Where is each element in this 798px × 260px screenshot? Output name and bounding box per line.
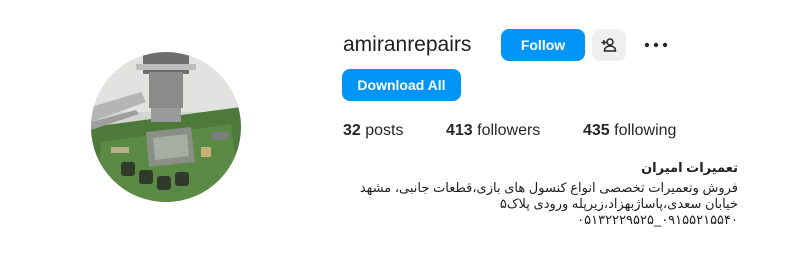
posts-label: posts xyxy=(365,122,404,139)
follow-button[interactable]: Follow xyxy=(501,29,585,61)
posts-count: 32 xyxy=(343,122,361,139)
posts-stat: 32 posts xyxy=(343,121,404,141)
bio-line: فروش وتعمیرات تخصصی انواع کنسول های بازی… xyxy=(359,180,738,195)
download-all-button[interactable]: Download All xyxy=(342,69,461,101)
profile-username: amiranrepairs xyxy=(343,33,472,56)
bio-line: خیابان سعدی،پاساژبهزاد،زیرپله ورودی پلاک… xyxy=(499,196,738,211)
add-person-icon xyxy=(601,38,617,52)
suggest-accounts-button[interactable] xyxy=(592,29,626,61)
following-label: following xyxy=(614,122,677,139)
more-horizontal-icon xyxy=(644,42,668,48)
following-stat[interactable]: 435 following xyxy=(583,121,676,141)
followers-label: followers xyxy=(477,122,541,139)
more-options-button[interactable] xyxy=(636,29,676,61)
followers-count: 413 xyxy=(446,122,473,139)
profile-avatar[interactable] xyxy=(91,52,241,202)
bio-phone-line: ۰۹۱۵۵۲۱۵۵۴۰_۰۵۱۳۲۲۲۹۵۲۵ xyxy=(577,212,738,227)
followers-stat[interactable]: 413 followers xyxy=(446,121,540,141)
profile-photo xyxy=(91,52,241,202)
profile-bio: تعمیرات امیران فروش وتعمیرات تخصصی انواع… xyxy=(359,160,738,228)
bio-full-name: تعمیرات امیران xyxy=(641,160,738,175)
following-count: 435 xyxy=(583,122,610,139)
